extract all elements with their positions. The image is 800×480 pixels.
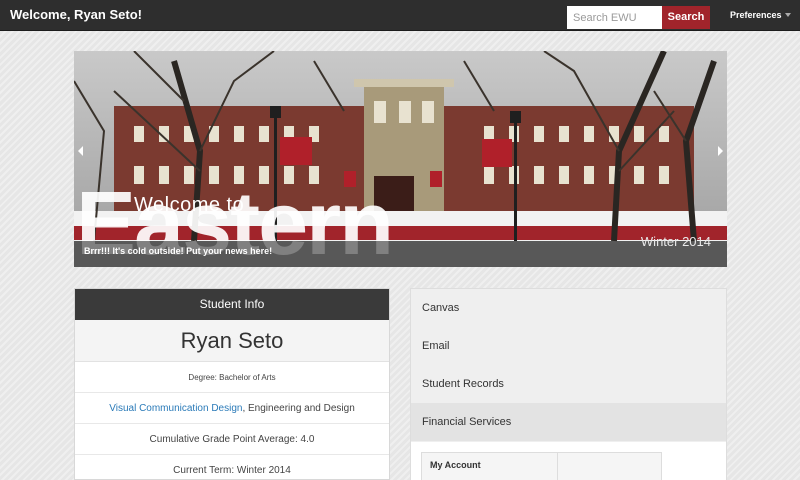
link-student-records[interactable]: Student Records: [411, 365, 726, 403]
major-link[interactable]: Visual Communication Design: [109, 403, 242, 414]
student-degree: Degree: Bachelor of Arts: [75, 362, 389, 393]
hero-banner: Eastern Welcome to Brrr!!! It's cold out…: [74, 51, 727, 267]
chevron-right-icon[interactable]: [718, 146, 723, 156]
hero-welcome-text: Welcome to: [134, 194, 245, 216]
account-table: My Account: [421, 452, 662, 480]
hero-news-text: Brrr!!! It's cold outside! Put your news…: [84, 246, 273, 256]
chevron-left-icon[interactable]: [78, 146, 83, 156]
student-info-heading: Student Info: [75, 289, 389, 320]
quick-links-panel: Canvas Email Student Records Financial S…: [410, 288, 727, 480]
welcome-message: Welcome, Ryan Seto!: [10, 7, 142, 22]
link-email[interactable]: Email: [411, 327, 726, 365]
search-button[interactable]: Search: [662, 6, 710, 29]
major-department: , Engineering and Design: [242, 403, 355, 414]
link-financial-services[interactable]: Financial Services: [411, 403, 726, 441]
caret-down-icon: [785, 13, 791, 17]
my-account-link[interactable]: My Account: [422, 453, 558, 480]
preferences-label: Preferences: [730, 10, 782, 20]
top-bar: Welcome, Ryan Seto! Search Preferences: [0, 0, 800, 31]
preferences-menu[interactable]: Preferences: [730, 10, 791, 20]
student-gpa: Cumulative Grade Point Average: 4.0: [75, 424, 389, 455]
search-input[interactable]: [567, 6, 662, 29]
student-major: Visual Communication Design, Engineering…: [75, 393, 389, 424]
student-current-term: Current Term: Winter 2014: [75, 455, 389, 480]
link-canvas[interactable]: Canvas: [411, 289, 726, 327]
student-name: Ryan Seto: [75, 320, 389, 362]
financial-services-content: My Account: [411, 442, 726, 480]
hero-term: Winter 2014: [640, 234, 711, 249]
student-info-panel: Student Info Ryan Seto Degree: Bachelor …: [74, 288, 390, 480]
